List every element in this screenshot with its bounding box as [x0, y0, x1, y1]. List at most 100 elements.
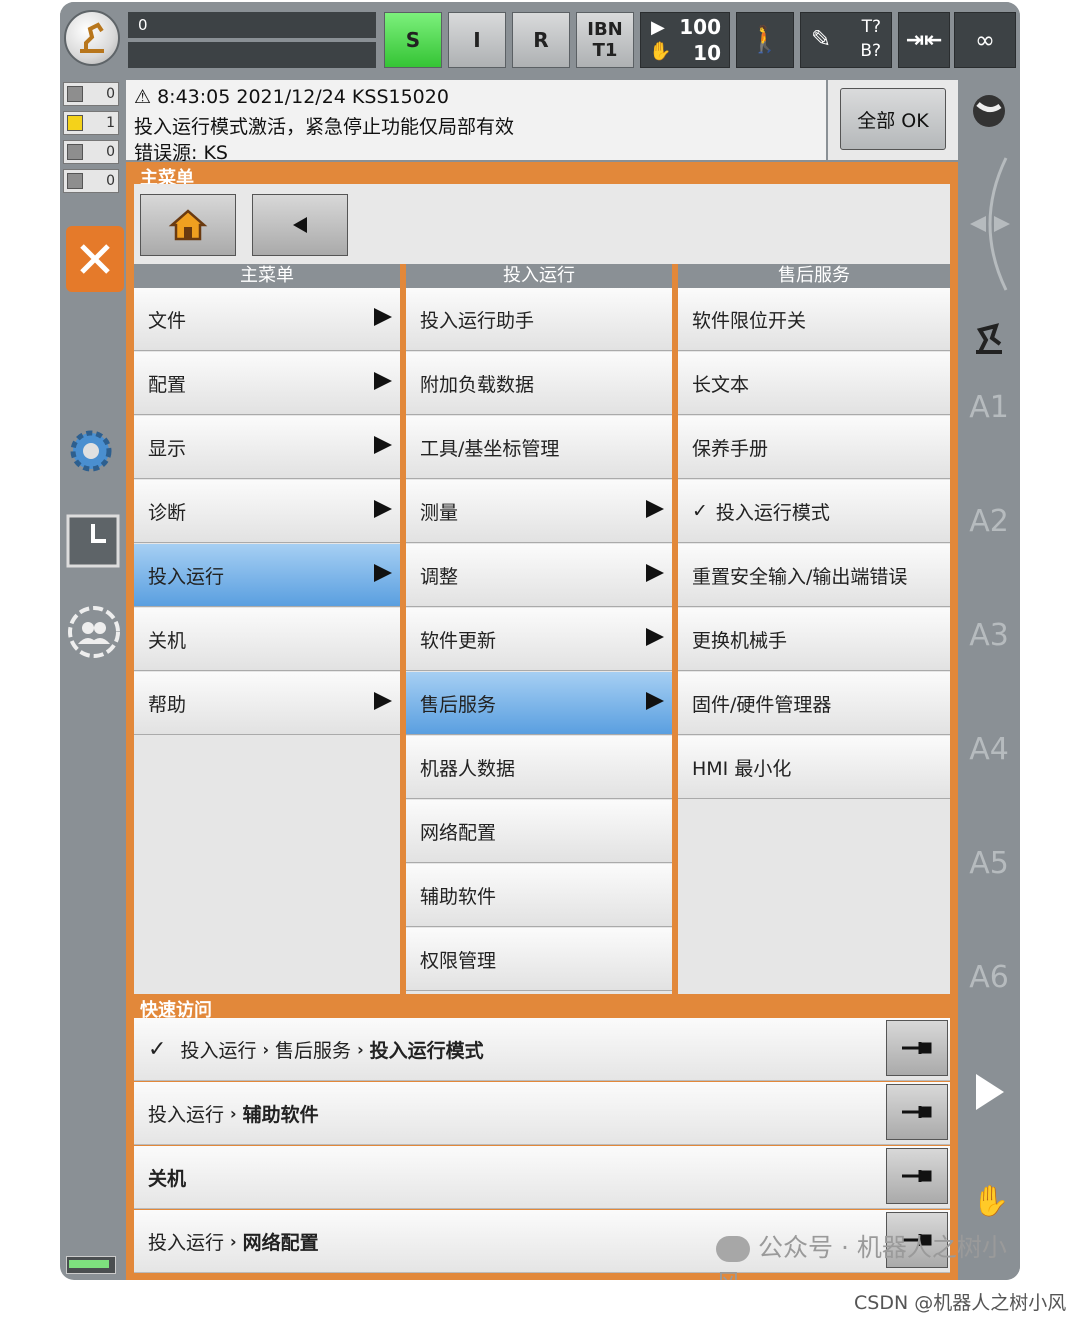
menu-item[interactable]: 保养手册	[678, 416, 950, 479]
pin-button[interactable]	[886, 1084, 948, 1140]
menu-item[interactable]: 更换机械手	[678, 608, 950, 671]
robot-interpreter-button[interactable]: R	[512, 12, 570, 68]
message-window: ⚠ 8:43:05 2021/12/24 KSS15020 投入运行模式激活，紧…	[126, 80, 826, 164]
menu-item-label: 文件	[148, 309, 187, 332]
jog-hand-icon-right[interactable]: ✋	[972, 1184, 1009, 1219]
menu-item[interactable]: 网络配置	[406, 800, 672, 863]
menu-item[interactable]: 显示	[134, 416, 400, 479]
message-text: 投入运行模式激活，紧急停止功能仅局部有效	[134, 116, 515, 138]
walking-man-icon[interactable]: 🚶	[736, 12, 794, 68]
warning-icon	[67, 115, 83, 131]
menu-item[interactable]: 固件/硬件管理器	[678, 672, 950, 735]
menu-item[interactable]: 投入运行	[134, 544, 400, 607]
globe-icon[interactable]	[970, 92, 1008, 130]
jog-hand-icon: ✋	[649, 41, 672, 62]
info-count: 0	[106, 144, 115, 160]
menu-item[interactable]: 重置安全输入/输出端错误	[678, 544, 950, 607]
status-counter-warning[interactable]: 1	[63, 111, 119, 135]
start-play-icon[interactable]	[974, 1072, 1006, 1112]
menu-item[interactable]: 权限管理	[406, 928, 672, 991]
tool-base-display[interactable]: ✎ T? B?	[800, 12, 892, 68]
message-time: 8:43:05 2021/12/24 KSS15020	[157, 86, 449, 108]
menu-item[interactable]: 附加负载数据	[406, 352, 672, 415]
wechat-icon	[716, 1236, 750, 1262]
menu-item[interactable]: ✓ 投入运行模式	[678, 480, 950, 543]
axis-a4-label[interactable]: A4	[958, 732, 1020, 767]
menu-item[interactable]: 文件	[134, 288, 400, 351]
mode-bottom-label: T1	[592, 40, 618, 61]
menu-item-label: 售后服务	[420, 693, 497, 716]
status-counter-error[interactable]: 0	[63, 82, 119, 106]
status-counter-info[interactable]: 0	[63, 140, 119, 164]
clock-icon[interactable]	[66, 514, 120, 568]
close-menu-button[interactable]	[66, 226, 124, 292]
axis-a1-label[interactable]: A1	[958, 390, 1020, 425]
menu-item[interactable]: 长文本	[678, 352, 950, 415]
quick-access-target: 投入运行模式	[369, 1039, 484, 1062]
menu-item-label: 长文本	[692, 373, 750, 396]
menu-item-label: 配置	[148, 373, 187, 396]
menu-item-label: 固件/硬件管理器	[692, 693, 832, 716]
submit-interpreter-button[interactable]: S	[384, 12, 442, 68]
menu-item[interactable]: 软件限位开关	[678, 288, 950, 351]
acknowledge-all-button[interactable]: 全部 OK	[840, 88, 946, 150]
menu-item-label: 调整	[420, 565, 459, 588]
column-header-main-menu: 主菜单	[134, 264, 400, 288]
quick-access-item[interactable]: ✓ 投入运行 › 售后服务 › 投入运行模式	[134, 1018, 950, 1081]
user-group-icon[interactable]	[66, 604, 122, 660]
submenu-arrow-icon	[374, 308, 392, 326]
home-button[interactable]	[140, 194, 236, 256]
jog-keys-column: A1 A2 A3 A4 A5 A6 ✋	[958, 78, 1020, 1280]
quick-access-item[interactable]: 关机	[134, 1146, 950, 1209]
override-display[interactable]: ▶ 100 ✋ 10	[640, 12, 730, 68]
axis-a3-label[interactable]: A3	[958, 618, 1020, 653]
status-counter-dialog[interactable]: 0	[63, 169, 119, 193]
axis-a6-label[interactable]: A6	[958, 960, 1020, 995]
quick-access-item[interactable]: 投入运行 › 辅助软件	[134, 1082, 950, 1145]
dialog-icon	[67, 173, 83, 189]
menu-item-label: 关机	[148, 629, 187, 652]
quick-access-target: 辅助软件	[242, 1103, 319, 1126]
breadcrumb-segment: 投入运行	[148, 1231, 225, 1254]
menu-item[interactable]: 辅助软件	[406, 864, 672, 927]
menu-item[interactable]: 帮助	[134, 672, 400, 735]
menu-item-label: 机器人数据	[420, 757, 516, 780]
status-bar: 0 S I R IBN T1 ▶ 100 ✋ 10 🚶 ✎ T? B? ⇥⇤ ∞	[60, 2, 1020, 78]
settings-gear-icon[interactable]	[66, 426, 116, 476]
menu-item[interactable]: 售后服务	[406, 672, 672, 735]
warning-triangle-icon: ⚠	[134, 86, 152, 108]
robot-arm-icon[interactable]	[972, 322, 1006, 356]
menu-item-label: 显示	[148, 437, 187, 460]
menu-item-label: 保养手册	[692, 437, 769, 460]
pin-button[interactable]	[886, 1148, 948, 1204]
menu-item-label: 投入运行模式	[715, 501, 830, 524]
kuka-robot-logo-icon[interactable]	[64, 10, 120, 66]
menu-item-label: 帮助	[148, 693, 187, 716]
incremental-jog-icon[interactable]: ⇥⇤	[898, 12, 950, 68]
menu-item[interactable]: 测量	[406, 480, 672, 543]
menu-item[interactable]: 诊断	[134, 480, 400, 543]
mode-top-label: IBN	[587, 19, 623, 40]
menu-item[interactable]: 调整	[406, 544, 672, 607]
menu-item[interactable]: 投入运行助手	[406, 288, 672, 351]
submenu-arrow-icon	[646, 628, 664, 646]
pin-button[interactable]	[886, 1020, 948, 1076]
menu-item[interactable]: 机器人数据	[406, 736, 672, 799]
breadcrumb-segment: 投入运行	[148, 1103, 225, 1126]
drives-button[interactable]: I	[448, 12, 506, 68]
axis-a2-label[interactable]: A2	[958, 504, 1020, 539]
menu-item[interactable]: 工具/基坐标管理	[406, 416, 672, 479]
menu-item[interactable]: 关机	[134, 608, 400, 671]
menu-item-label: 权限管理	[420, 949, 497, 972]
menu-item[interactable]: 配置	[134, 352, 400, 415]
axis-a5-label[interactable]: A5	[958, 846, 1020, 881]
menu-item[interactable]: HMI 最小化	[678, 736, 950, 799]
base-label: B?	[860, 41, 881, 61]
checkmark-icon: ✓	[692, 500, 708, 522]
menu-item[interactable]: 软件更新	[406, 608, 672, 671]
back-button[interactable]	[252, 194, 348, 256]
submenu-arrow-icon	[374, 500, 392, 518]
submenu-arrow-icon	[374, 436, 392, 454]
infinity-button[interactable]: ∞	[954, 12, 1016, 68]
operating-mode-button[interactable]: IBN T1	[576, 12, 634, 68]
